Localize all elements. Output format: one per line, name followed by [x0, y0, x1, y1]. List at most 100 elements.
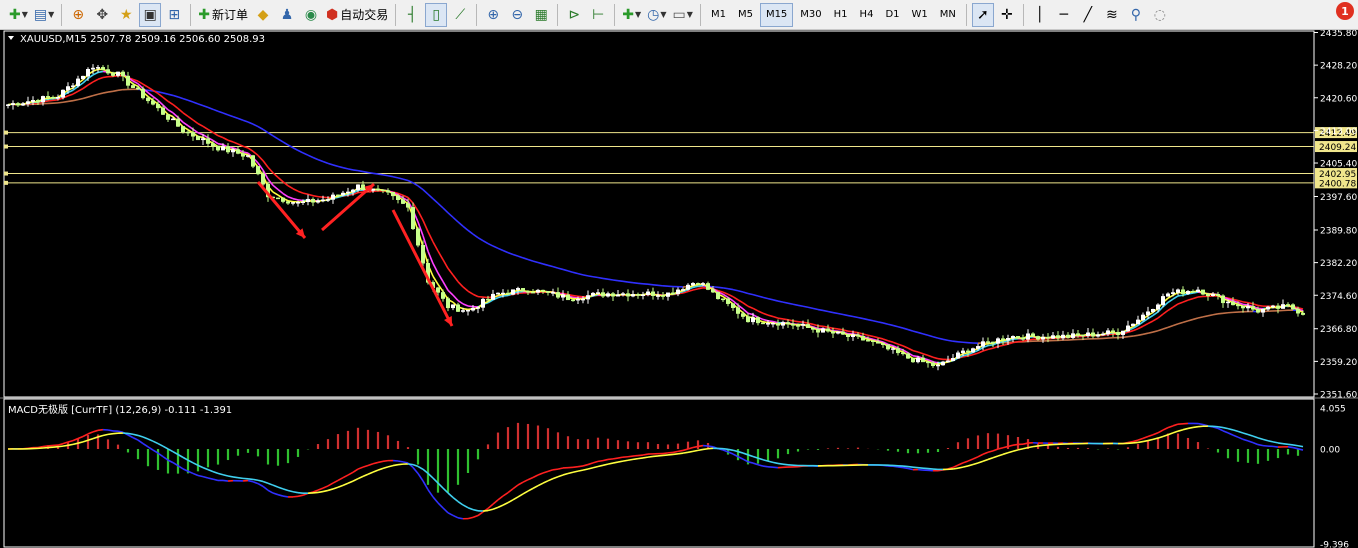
macd-signal-line — [552, 475, 559, 480]
level-price-label: 2409.24 — [1319, 143, 1356, 153]
macd-signal-line — [127, 432, 134, 436]
candle-body — [46, 96, 50, 98]
timeframe-button-h1[interactable]: H1 — [829, 3, 853, 27]
chart-canvas[interactable]: 2412.492409.242402.952400.78 2435.802428… — [0, 30, 1358, 548]
macd-title-label: MACD无极版 [CurrTF] (12,26,9) -0.111 -1.391 — [8, 403, 232, 416]
market-watch-button[interactable]: ⊕ — [67, 3, 89, 27]
ma-slow-line — [912, 330, 919, 334]
ma-red-line — [922, 353, 929, 357]
macd-signal-line — [1147, 438, 1154, 442]
candle-body — [1146, 311, 1150, 316]
candle-body — [1091, 332, 1095, 337]
ma-red-line — [1187, 297, 1194, 301]
ma-slow-line — [782, 301, 789, 304]
ma-red-line — [1252, 303, 1259, 307]
zoom-out-button[interactable]: ⊖ — [506, 3, 528, 27]
macd-main-line — [1167, 425, 1174, 429]
ma-fast-line — [452, 294, 459, 302]
terminal-button[interactable]: ▣ — [139, 2, 162, 27]
horizontal-line-button[interactable]: ─ — [1053, 3, 1075, 27]
ma-red-line — [232, 141, 239, 145]
ma-red-line — [1242, 301, 1249, 304]
timeframe-button-mn[interactable]: MN — [935, 3, 961, 27]
market-button[interactable]: ◉ — [300, 3, 322, 27]
ma-fast-line — [272, 184, 279, 191]
auto-scroll-button[interactable]: ⊳ — [563, 3, 585, 27]
macd-signal-line — [297, 491, 304, 494]
timeframe-button-m1[interactable]: M1 — [706, 3, 731, 27]
data-window-button[interactable]: ✥ — [91, 3, 113, 27]
new-order-button[interactable]: ✚ 新订单 — [196, 3, 250, 27]
signals-button[interactable]: ♟ — [276, 3, 298, 27]
candle-body — [561, 294, 565, 298]
macd-signal-line — [247, 478, 254, 481]
macd-main-line — [1247, 440, 1254, 444]
fibonacci-button[interactable]: ≋ — [1101, 3, 1123, 27]
macd-signal-line — [1267, 439, 1274, 443]
candle-body — [106, 69, 110, 74]
strategy-tester-button[interactable]: ⊞ — [163, 3, 185, 27]
candle-body — [836, 331, 840, 334]
notification-badge[interactable]: 1 — [1336, 2, 1354, 20]
ma-slow-line — [1157, 328, 1164, 332]
chart-window[interactable]: 2412.49 2409.24 2402.95 2400.78 2435.80 2428… — [0, 30, 1358, 548]
chat-button[interactable]: ◌ — [1149, 3, 1171, 27]
trendline-button[interactable]: ╱ — [1077, 3, 1099, 27]
timeframe-button-w1[interactable]: W1 — [907, 3, 933, 27]
auto-trading-button[interactable]: ⬢ 自动交易 — [324, 3, 390, 27]
candle-body — [221, 146, 225, 151]
ma-slow-line — [1142, 332, 1149, 336]
crosshair-button[interactable]: ✛ — [996, 3, 1018, 27]
zoom-in-button[interactable]: ⊕ — [482, 3, 504, 27]
ma-slow-line — [417, 185, 424, 191]
macd-signal-line — [967, 463, 974, 467]
ma-red-line — [467, 290, 474, 295]
timeframe-button-h4[interactable]: H4 — [855, 3, 879, 27]
ma-slow-line — [442, 207, 449, 214]
candle-body — [1281, 304, 1285, 309]
timeframe-button-m15[interactable]: M15 — [759, 2, 794, 27]
periods-button[interactable]: ◷ ▼ — [645, 3, 668, 27]
timeframe-button-m5[interactable]: M5 — [733, 3, 758, 27]
macd-signal-line — [577, 469, 584, 472]
candle-body — [321, 199, 325, 202]
macd-main-line — [487, 503, 494, 510]
ma-red-line — [727, 293, 734, 298]
vertical-line-button[interactable]: │ — [1029, 3, 1051, 27]
indicators-button[interactable]: ✚ ▼ — [620, 3, 643, 27]
candle-body — [331, 194, 335, 200]
candle-body — [406, 203, 410, 208]
price-axis[interactable]: 2435.80 2428.20 2420.60 2413.00 2405.40 2397.… — [1314, 30, 1357, 401]
ma-slow-line — [777, 300, 784, 303]
profiles-button[interactable]: ▤ ▼ — [32, 3, 56, 27]
search-button[interactable]: ⚲ — [1125, 3, 1147, 27]
ma-slow-line — [772, 299, 779, 302]
ma-slow-line — [267, 132, 274, 137]
candle-body — [766, 323, 770, 325]
cursor-button[interactable]: ➚ — [971, 2, 994, 27]
templates-button[interactable]: ▭ ▼ — [671, 3, 695, 27]
candle-body — [916, 357, 920, 363]
ma-slow-line — [492, 245, 499, 250]
toolbar-separator — [614, 3, 616, 26]
ma-fast-line — [762, 318, 769, 322]
macd-signal-line — [702, 447, 709, 451]
candle-body — [481, 298, 485, 308]
ma-slow-line — [812, 307, 819, 311]
bar-chart-button[interactable]: ┤ — [401, 3, 423, 27]
chart-shift-button[interactable]: ⊢ — [587, 3, 609, 27]
candle-body — [731, 303, 735, 308]
ma-red-line — [417, 210, 424, 221]
timeframe-button-d1[interactable]: D1 — [880, 3, 904, 27]
tile-windows-button[interactable]: ▦ — [530, 3, 552, 27]
macd-main-line — [707, 445, 714, 448]
candlestick-button[interactable]: ▯ — [425, 2, 448, 27]
line-chart-button[interactable]: ⟋ — [449, 3, 471, 27]
new-chart-button[interactable]: ✚ ▼ — [7, 3, 30, 27]
navigator-button[interactable]: ★ — [115, 3, 137, 27]
candle-body — [261, 173, 265, 185]
macd-signal-line — [617, 460, 624, 463]
timeframe-button-m30[interactable]: M30 — [795, 3, 826, 27]
macd-main-line — [1172, 423, 1179, 427]
metaeditor-button[interactable]: ◆ — [252, 3, 274, 27]
